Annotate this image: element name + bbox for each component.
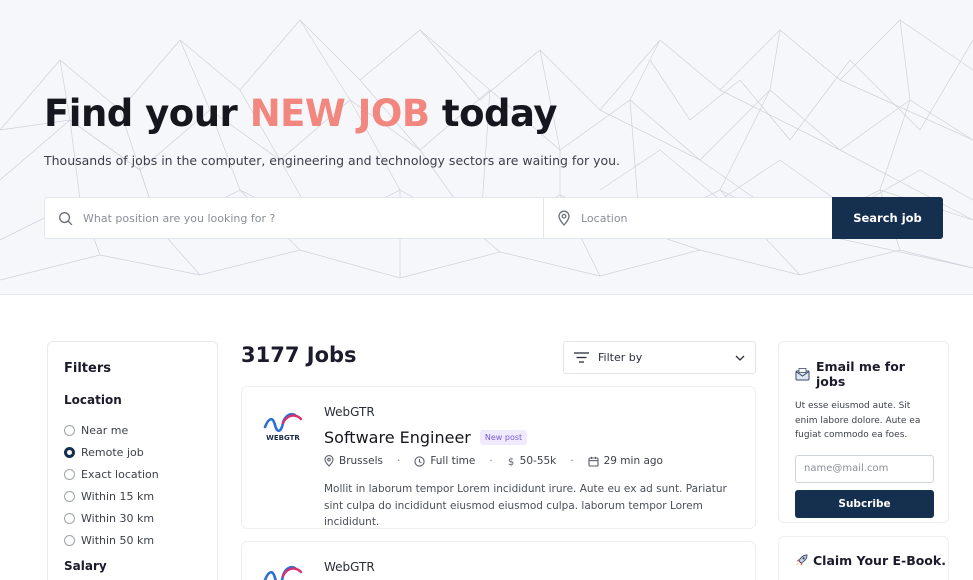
- search-icon: [58, 210, 73, 226]
- location-pin-icon: [557, 210, 571, 226]
- meta-separator: ·: [396, 455, 401, 467]
- email-jobs-header: Email me for jobs: [795, 359, 932, 389]
- location-search-input[interactable]: [581, 198, 832, 238]
- ebook-card[interactable]: Claim Your E-Book.: [778, 536, 949, 580]
- company-logo: WEBGTR: [263, 412, 303, 442]
- radio-icon[interactable]: [64, 468, 75, 480]
- job-meta: Brussels · Full time · $ 50-55k · 29 min…: [324, 455, 663, 467]
- filters-panel: Filters Location Near me Remote job Exac…: [47, 341, 218, 580]
- radio-icon[interactable]: [64, 534, 75, 546]
- radio-icon[interactable]: [64, 490, 75, 502]
- location-filter-heading: Location: [64, 393, 122, 407]
- hero-title-pre: Find your: [44, 92, 250, 135]
- filters-title: Filters: [64, 361, 111, 376]
- filter-lines-icon: [574, 352, 589, 363]
- job-card[interactable]: WebGTR: [241, 541, 756, 580]
- hero-section: Find your NEW JOB today Thousands of job…: [0, 0, 973, 295]
- location-option-remote-job[interactable]: Remote job: [64, 441, 201, 463]
- hero-subtitle: Thousands of jobs in the computer, engin…: [44, 153, 621, 168]
- job-type: Full time: [414, 455, 475, 467]
- filter-by-label: Filter by: [598, 351, 643, 364]
- location-search-field[interactable]: [544, 198, 832, 238]
- job-posted: 29 min ago: [588, 455, 663, 467]
- svg-text:$: $: [507, 457, 513, 467]
- hero-mesh-background: [0, 19, 973, 281]
- meta-separator: ·: [489, 455, 493, 467]
- dollar-icon: $: [507, 457, 513, 467]
- hero-title-accent: NEW JOB: [249, 92, 430, 135]
- position-search-input[interactable]: [83, 198, 543, 238]
- calendar-icon: [588, 456, 599, 467]
- location-option-label: Near me: [81, 423, 129, 437]
- location-option-exact-location[interactable]: Exact location: [64, 463, 201, 485]
- search-job-button[interactable]: Search job: [832, 197, 943, 239]
- ebook-title: Claim Your E-Book.: [813, 553, 946, 568]
- job-type-text: Full time: [430, 455, 476, 467]
- location-option-label: Within 30 km: [81, 511, 155, 525]
- job-salary: $ 50-55k: [507, 455, 557, 467]
- job-title[interactable]: Software Engineer New post: [324, 428, 528, 447]
- location-option-near-me[interactable]: Near me: [64, 419, 201, 441]
- job-description: Mollit in laborum tempor Lorem incididun…: [324, 483, 727, 528]
- radio-checked-icon[interactable]: [64, 446, 75, 458]
- location-option-within-50km[interactable]: Within 50 km: [64, 529, 201, 551]
- radio-icon[interactable]: [64, 424, 75, 436]
- location-option-label: Remote job: [81, 445, 144, 459]
- job-location-text: Brussels: [339, 455, 383, 467]
- job-card[interactable]: WEBGTR WebGTR Software Engineer New post …: [241, 386, 756, 529]
- job-location: Brussels: [324, 455, 383, 467]
- location-option-label: Within 50 km: [81, 533, 155, 547]
- filter-by-dropdown[interactable]: Filter by: [563, 341, 756, 374]
- rocket-icon: [795, 554, 808, 567]
- company-name: WebGTR: [324, 560, 375, 574]
- hero-title-post: today: [429, 92, 558, 135]
- company-logo: [263, 565, 303, 580]
- email-jobs-card: Email me for jobs Ut esse eiusmod aute. …: [778, 341, 949, 523]
- job-title-text[interactable]: Software Engineer: [324, 428, 471, 447]
- radio-icon[interactable]: [64, 512, 75, 524]
- company-logo-text: WEBGTR: [266, 434, 300, 442]
- envelope-icon: [795, 367, 810, 381]
- search-bar: Search job: [44, 197, 943, 239]
- new-post-badge: New post: [479, 430, 528, 445]
- company-name: WebGTR: [324, 405, 375, 419]
- ebook-header: Claim Your E-Book.: [795, 553, 946, 568]
- hero-title: Find your NEW JOB today: [44, 92, 557, 135]
- location-option-label: Exact location: [81, 467, 159, 481]
- jobs-count: 3177 Jobs: [241, 343, 357, 367]
- location-option-within-15km[interactable]: Within 15 km: [64, 485, 201, 507]
- chevron-down-icon: [735, 355, 745, 361]
- email-jobs-title: Email me for jobs: [816, 359, 905, 389]
- position-search-field[interactable]: [45, 198, 544, 238]
- email-jobs-text: Ut esse eiusmod aute. Sit enim labore do…: [795, 401, 921, 440]
- job-posted-text: 29 min ago: [603, 455, 663, 467]
- job-salary-text: 50-55k: [519, 455, 557, 467]
- clock-icon: [414, 455, 425, 467]
- location-pin-icon: [324, 455, 334, 467]
- location-option-within-30km[interactable]: Within 30 km: [64, 507, 201, 529]
- location-option-label: Within 15 km: [81, 489, 155, 503]
- meta-separator: ·: [570, 455, 574, 467]
- salary-filter-heading: Salary: [64, 559, 107, 573]
- email-field[interactable]: [795, 454, 934, 483]
- subscribe-button[interactable]: Subcribe: [795, 489, 934, 518]
